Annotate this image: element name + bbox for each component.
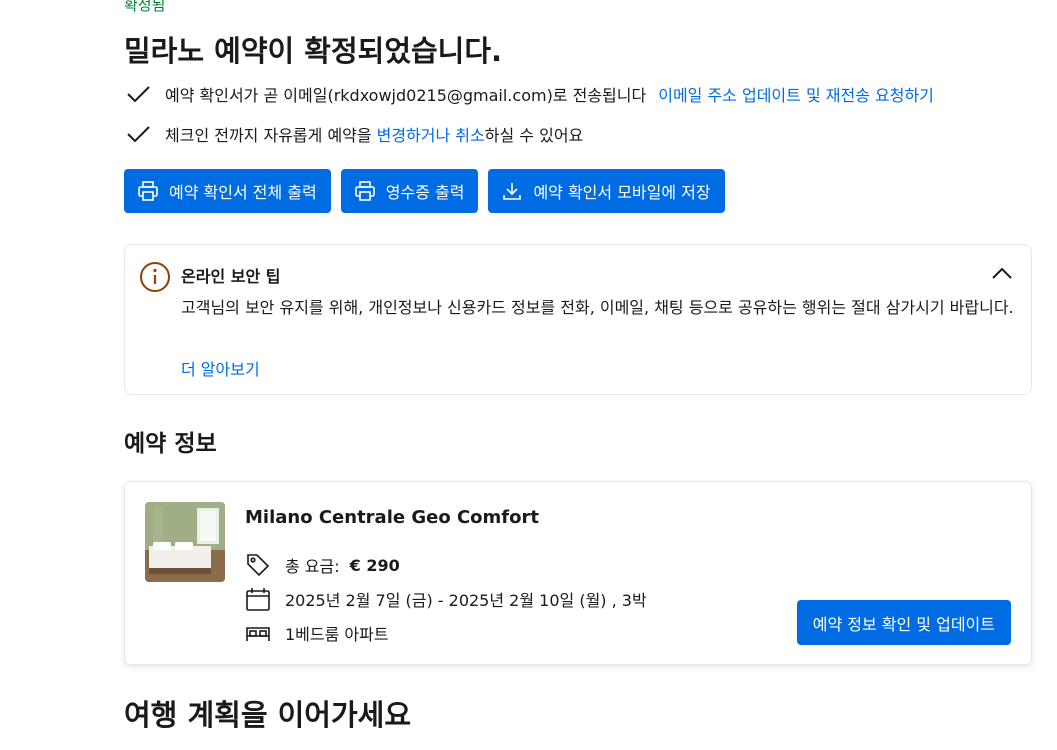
free-change-prefix: 체크인 전까지 자유롭게 예약을 bbox=[165, 126, 372, 145]
calendar-icon bbox=[246, 588, 270, 611]
checkmark-icon bbox=[124, 83, 152, 105]
print-receipt-button[interactable]: 영수증 출력 bbox=[340, 169, 479, 213]
room-row: 1베드룸 아파트 bbox=[245, 620, 389, 646]
next-section-title: 여행 계획을 이어가세요 bbox=[124, 698, 411, 732]
dates-row: 2025년 2월 7일 (금) - 2025년 2월 10일 (월) , 3박 bbox=[245, 586, 647, 612]
security-tip-title: 온라인 보안 팁 bbox=[181, 267, 281, 286]
download-icon bbox=[503, 183, 522, 200]
save-to-mobile-label: 예약 확인서 모바일에 저장 bbox=[533, 183, 711, 202]
info-icon bbox=[139, 261, 171, 297]
print-receipt-label: 영수증 출력 bbox=[385, 183, 465, 202]
print-confirmation-button[interactable]: 예약 확인서 전체 출력 bbox=[124, 169, 331, 213]
printer-icon bbox=[354, 181, 375, 201]
page-title: 밀라노 예약이 확정되었습니다. bbox=[124, 34, 503, 68]
print-confirmation-label: 예약 확인서 전체 출력 bbox=[169, 183, 317, 202]
reservation-card: Milano Centrale Geo Comfort 총 요금: € 290 … bbox=[124, 481, 1032, 665]
learn-more-link[interactable]: 더 알아보기 bbox=[181, 356, 260, 380]
checkmark-icon bbox=[124, 123, 152, 145]
change-cancel-link[interactable]: 변경하거나 취소 bbox=[377, 122, 485, 146]
printer-icon bbox=[138, 181, 158, 201]
room-type: 1베드룸 아파트 bbox=[285, 625, 389, 644]
price-tag-icon bbox=[247, 554, 270, 577]
security-tip-panel: 온라인 보안 팁 고객님의 보안 유지를 위해, 개인정보나 신용카드 정보를 … bbox=[124, 244, 1032, 395]
free-change-suffix: 하실 수 있어요 bbox=[484, 126, 584, 145]
free-change-row: 체크인 전까지 자유롭게 예약을 변경하거나 취소 하실 수 있어요 bbox=[124, 122, 583, 146]
update-reservation-button[interactable]: 예약 정보 확인 및 업데이트 bbox=[796, 600, 1011, 645]
hotel-name: Milano Centrale Geo Comfort bbox=[245, 507, 539, 528]
hotel-photo bbox=[145, 502, 225, 582]
update-email-link[interactable]: 이메일 주소 업데이트 및 재전송 요청하기 bbox=[658, 82, 934, 106]
action-buttons: 예약 확인서 전체 출력 영수증 출력 예약 확인서 모바일에 저장 bbox=[124, 169, 725, 213]
price-row: 총 요금: € 290 bbox=[245, 552, 400, 578]
stay-dates: 2025년 2월 7일 (금) - 2025년 2월 10일 (월) , 3박 bbox=[285, 591, 647, 610]
email-confirmation-text: 예약 확인서가 곧 이메일(rkdxowjd0215@gmail.com)로 전… bbox=[165, 86, 647, 105]
bed-icon bbox=[246, 627, 270, 641]
email-confirmation-row: 예약 확인서가 곧 이메일(rkdxowjd0215@gmail.com)로 전… bbox=[124, 82, 934, 106]
chevron-up-icon[interactable] bbox=[991, 265, 1013, 284]
price-value: € 290 bbox=[349, 555, 400, 575]
security-tip-body: 고객님의 보안 유지를 위해, 개인정보나 신용카드 정보를 전화, 이메일, … bbox=[181, 298, 1014, 317]
status-label: 확정됨 bbox=[124, 0, 166, 14]
price-label: 총 요금: bbox=[285, 557, 340, 576]
save-to-mobile-button[interactable]: 예약 확인서 모바일에 저장 bbox=[488, 169, 725, 213]
reservation-section-title: 예약 정보 bbox=[124, 431, 217, 457]
